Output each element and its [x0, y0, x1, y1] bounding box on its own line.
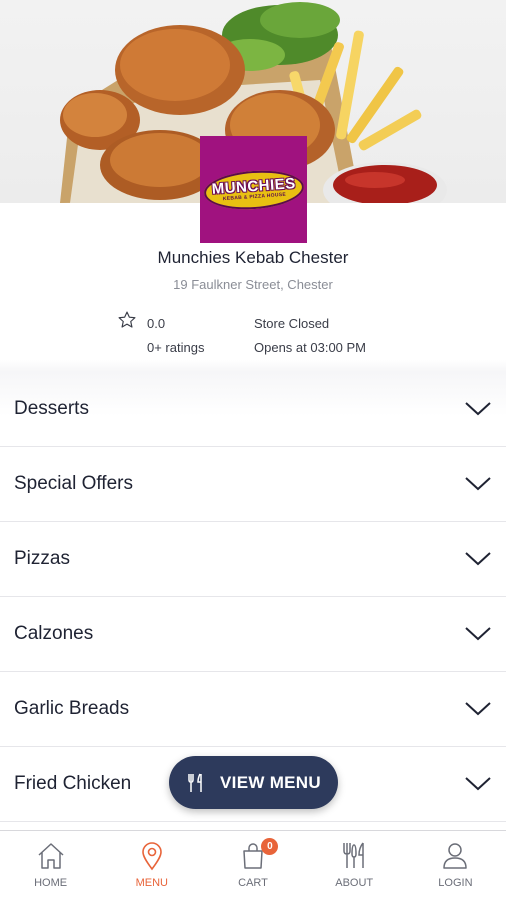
view-menu-button[interactable]: VIEW MENU: [169, 756, 338, 809]
category-label: Pizzas: [14, 548, 70, 569]
category-label: Garlic Breads: [14, 698, 130, 719]
store-status: Store Closed: [254, 316, 330, 331]
category-special-offers[interactable]: Special Offers: [0, 447, 506, 522]
category-label: Desserts: [14, 398, 89, 419]
nav-menu-label: MENU: [135, 877, 168, 889]
chevron-down-icon[interactable]: [464, 626, 492, 642]
nav-about-label: ABOUT: [335, 877, 374, 889]
store-name: Munchies Kebab Chester: [157, 248, 349, 267]
category-calzones[interactable]: Calzones: [0, 597, 506, 672]
nav-menu[interactable]: MENU: [101, 831, 202, 900]
view-menu-label: VIEW MENU: [220, 772, 321, 792]
rating-value: 0.0: [147, 316, 166, 331]
store-logo: MUNCHIES KEBAB & PIZZA HOUSE: [200, 136, 307, 243]
category-label: Fried Chicken: [14, 773, 132, 794]
nav-login[interactable]: LOGIN: [405, 831, 506, 900]
cutlery-icon: [343, 842, 364, 868]
location-pin-icon: [141, 842, 162, 871]
category-label: Calzones: [14, 623, 94, 644]
store-address: 19 Faulkner Street, Chester: [173, 277, 333, 292]
store-opening-time: Opens at 03:00 PM: [254, 340, 367, 355]
nav-login-label: LOGIN: [438, 877, 473, 889]
category-garlic-breads[interactable]: Garlic Breads: [0, 672, 506, 747]
nav-cart[interactable]: 0 CART: [202, 831, 303, 900]
category-label: Special Offers: [14, 473, 133, 494]
chevron-down-icon[interactable]: [464, 701, 492, 717]
star-outline-icon: [118, 311, 136, 328]
nav-home-label: HOME: [34, 877, 68, 889]
home-icon: [38, 843, 64, 869]
chevron-down-icon[interactable]: [464, 401, 492, 417]
logo-badge: MUNCHIES KEBAB & PIZZA HOUSE: [202, 167, 305, 212]
category-list: Desserts Special Offers Pizzas Calzones …: [0, 372, 506, 822]
chevron-down-icon[interactable]: [464, 776, 492, 792]
category-pizzas[interactable]: Pizzas: [0, 522, 506, 597]
chevron-down-icon[interactable]: [464, 476, 492, 492]
nav-cart-label: CART: [238, 877, 268, 889]
nav-home[interactable]: HOME: [0, 831, 101, 900]
cart-count-badge: 0: [261, 838, 279, 855]
chevron-down-icon[interactable]: [464, 551, 492, 567]
bottom-nav: HOME MENU 0 CART ABOUT LOGIN: [0, 830, 506, 900]
user-icon: [443, 843, 468, 869]
nav-about[interactable]: ABOUT: [304, 831, 405, 900]
cutlery-icon: [188, 773, 202, 792]
ratings-count: 0+ ratings: [147, 340, 205, 355]
category-desserts[interactable]: Desserts: [0, 372, 506, 447]
